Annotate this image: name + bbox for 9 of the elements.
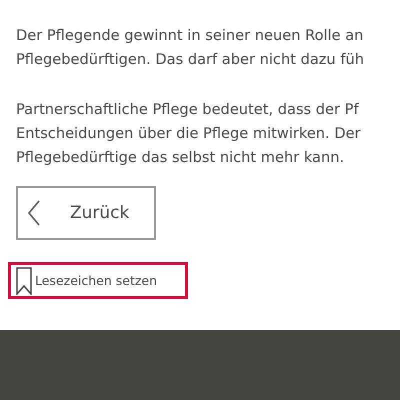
- body-text: Der Pflegende gewinnt in seiner neuen Rolle an: [16, 26, 364, 46]
- back-button[interactable]: Zurück: [16, 186, 156, 240]
- body-text: Partnerschaftliche Pflege bedeutet, dass der Pf: [16, 100, 359, 120]
- bookmark-button[interactable]: Lesezeichen setzen: [8, 262, 188, 299]
- body-text: Pflegebedürftige das selbst nicht mehr kann.: [16, 148, 344, 168]
- bookmark-icon: [16, 266, 32, 294]
- body-text: Entscheidungen über die Pflege mitwirken. Der: [16, 124, 361, 144]
- body-text: Pflegebedürftigen. Das darf aber nicht dazu füh: [16, 50, 364, 70]
- chevron-left-icon: [28, 200, 40, 226]
